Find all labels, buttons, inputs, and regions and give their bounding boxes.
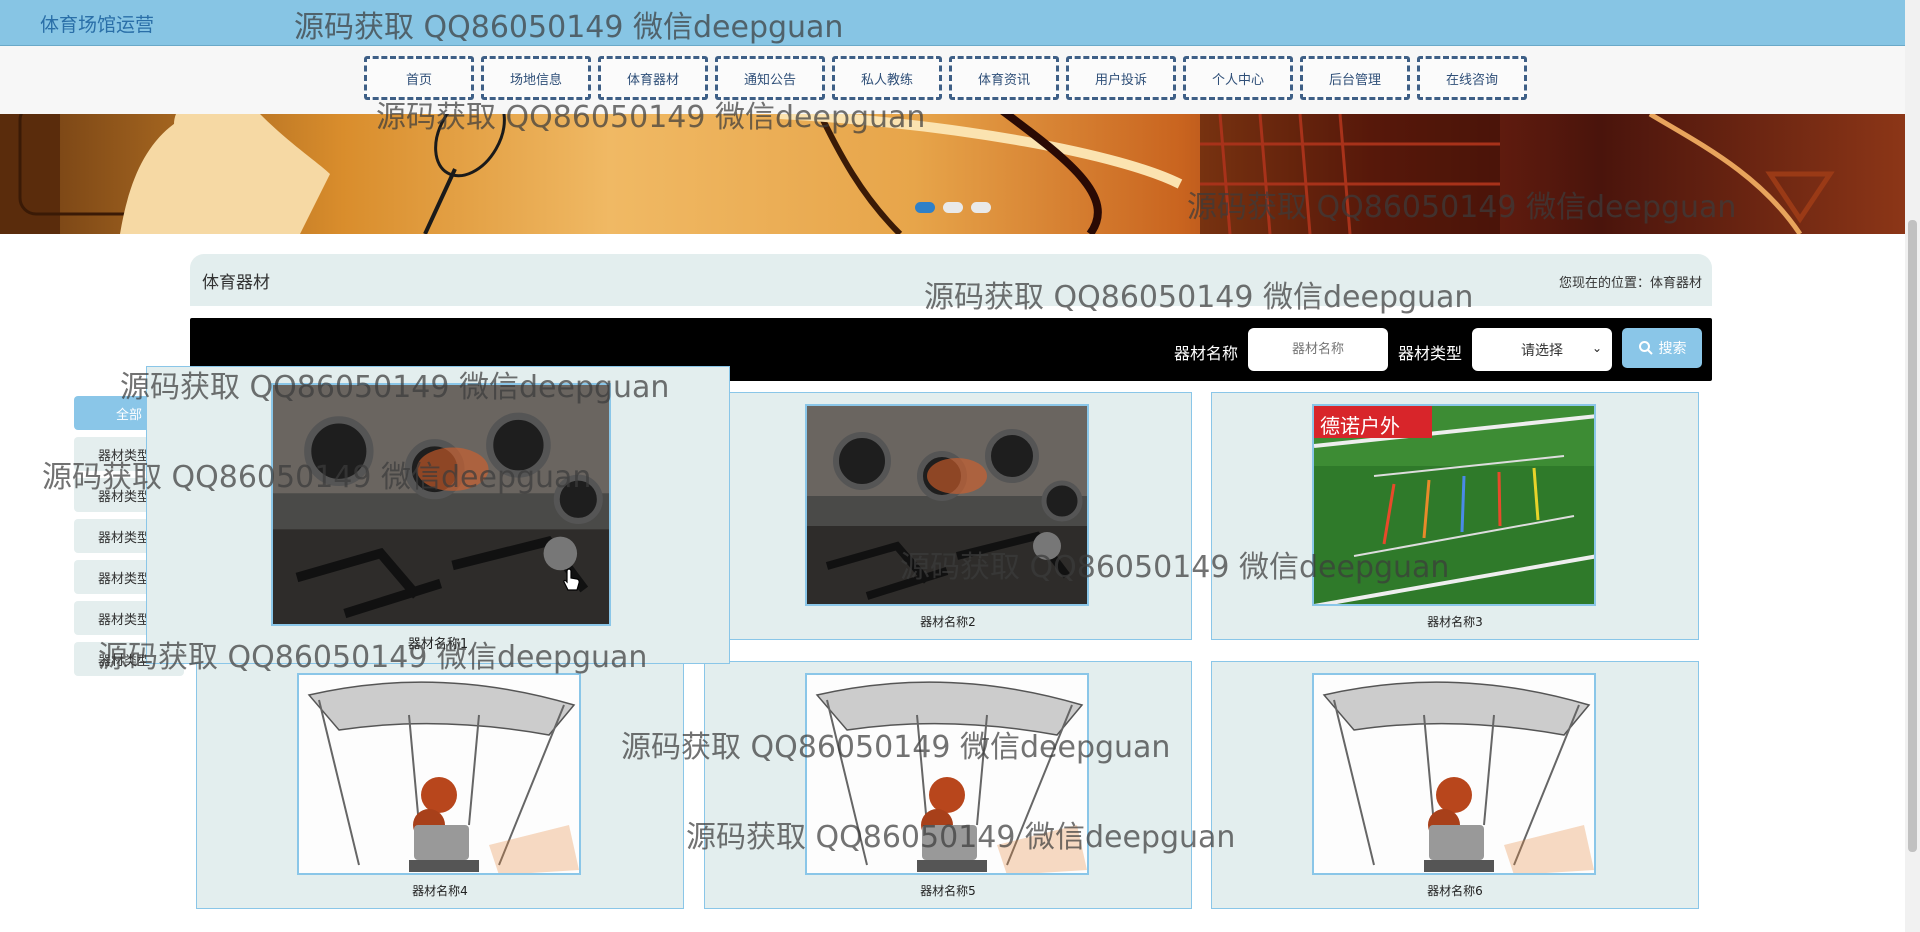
breadcrumb: 您现在的位置：体育器材 — [1558, 276, 1702, 291]
nav-item-profile[interactable]: 个人中心 — [1183, 56, 1293, 100]
equipment-image[interactable] — [271, 383, 611, 626]
equipment-image[interactable]: 德诺户外 — [1312, 404, 1596, 606]
nav-item-venues[interactable]: 场地信息 — [481, 56, 591, 100]
image-brand-text: 德诺户外 — [1320, 414, 1400, 438]
equipment-name[interactable]: 器材名称6 — [1212, 882, 1698, 899]
page-scrollbar[interactable] — [1905, 0, 1920, 932]
section-header: 体育器材 您现在的位置：体育器材 — [190, 254, 1712, 306]
equipment-card[interactable]: 器材名称5 — [704, 661, 1192, 909]
name-search-label: 器材名称 — [1174, 344, 1239, 363]
site-title[interactable]: 体育场馆运营 — [40, 10, 154, 37]
carousel-dot-1[interactable] — [915, 202, 935, 213]
equipment-card[interactable]: 器材名称2 — [704, 392, 1192, 640]
banner-carousel[interactable] — [0, 114, 1905, 234]
equipment-card[interactable]: 器材名称1 — [146, 366, 730, 664]
nav-item-equipment[interactable]: 体育器材 — [598, 56, 708, 100]
nav-item-consult[interactable]: 在线咨询 — [1417, 56, 1527, 100]
equipment-card[interactable]: 器材名称6 — [1211, 661, 1699, 909]
search-button-label: 搜索 — [1658, 341, 1687, 357]
equipment-name[interactable]: 器材名称2 — [705, 613, 1191, 630]
nav-item-notices[interactable]: 通知公告 — [715, 56, 825, 100]
top-bar: 体育场馆运营 — [0, 0, 1920, 46]
nav-item-home[interactable]: 首页 — [364, 56, 474, 100]
hand-cursor-icon — [563, 568, 580, 591]
chevron-down-icon: ⌄ — [1591, 341, 1602, 355]
name-search-input[interactable] — [1248, 328, 1388, 371]
search-button[interactable]: 搜索 — [1622, 328, 1702, 368]
nav-bar: 首页 场地信息 体育器材 通知公告 私人教练 体育资讯 用户投诉 个人中心 后台… — [0, 46, 1920, 114]
carousel-indicators — [915, 202, 991, 213]
equipment-card[interactable]: 德诺户外 器材名称3 — [1211, 392, 1699, 640]
equipment-name[interactable]: 器材名称4 — [197, 882, 683, 899]
type-search-label: 器材类型 — [1398, 344, 1463, 363]
nav-menu: 首页 场地信息 体育器材 通知公告 私人教练 体育资讯 用户投诉 个人中心 后台… — [364, 56, 1527, 100]
type-select-value: 请选择 — [1521, 342, 1563, 359]
type-select[interactable]: 请选择 ⌄ — [1472, 328, 1612, 371]
scrollbar-thumb[interactable] — [1908, 220, 1917, 852]
section-title: 体育器材 — [202, 273, 270, 293]
equipment-name[interactable]: 器材名称5 — [705, 882, 1191, 899]
equipment-card[interactable]: 器材名称4 — [196, 661, 684, 909]
equipment-name[interactable]: 器材名称1 — [147, 633, 729, 652]
equipment-name[interactable]: 器材名称3 — [1212, 613, 1698, 630]
equipment-image[interactable] — [805, 404, 1089, 606]
equipment-image[interactable] — [297, 673, 581, 875]
banner-image — [0, 114, 1835, 234]
nav-item-coaches[interactable]: 私人教练 — [832, 56, 942, 100]
equipment-image[interactable] — [1312, 673, 1596, 875]
nav-item-news[interactable]: 体育资讯 — [949, 56, 1059, 100]
search-icon — [1638, 341, 1653, 355]
nav-item-admin[interactable]: 后台管理 — [1300, 56, 1410, 100]
carousel-dot-2[interactable] — [943, 202, 963, 213]
nav-item-complaints[interactable]: 用户投诉 — [1066, 56, 1176, 100]
carousel-dot-3[interactable] — [971, 202, 991, 213]
equipment-image[interactable] — [805, 673, 1089, 875]
